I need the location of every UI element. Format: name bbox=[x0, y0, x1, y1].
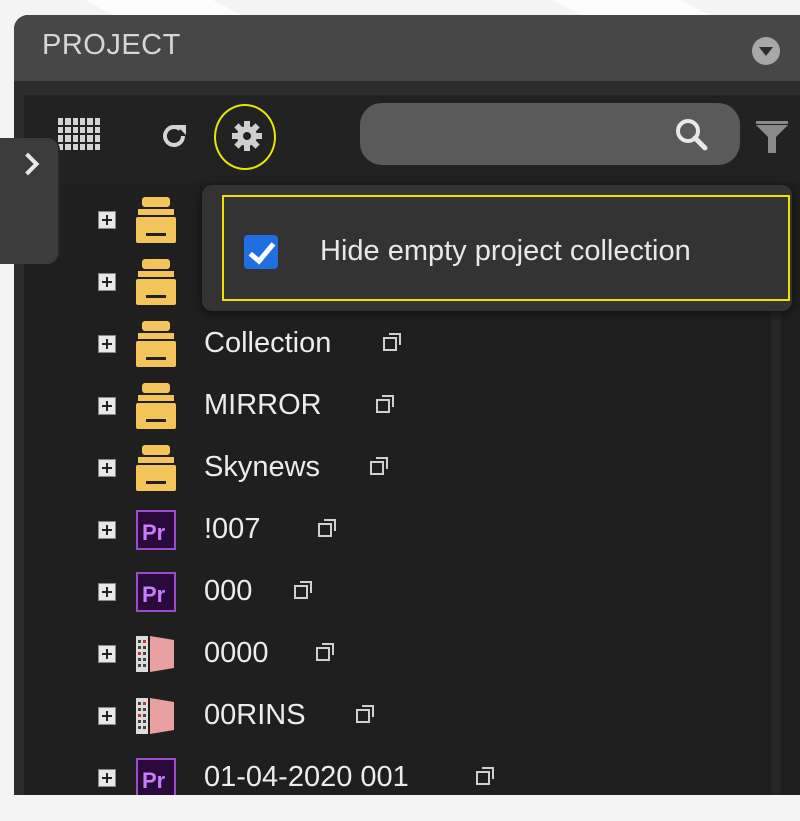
plus-square-icon[interactable] bbox=[98, 459, 116, 477]
refresh-icon[interactable] bbox=[160, 122, 188, 150]
collection-icon bbox=[136, 321, 176, 367]
tree-item-label: 000 bbox=[204, 575, 253, 607]
plus-square-icon[interactable] bbox=[98, 645, 116, 663]
project-panel: PROJECT Collection MIRROR Skynews Pr !00… bbox=[14, 15, 800, 795]
svg-text:Pr: Pr bbox=[142, 582, 166, 607]
plus-square-icon[interactable] bbox=[98, 273, 116, 291]
tree-item-label: 01-04-2020 001 bbox=[204, 761, 409, 793]
filter-icon[interactable] bbox=[754, 119, 790, 155]
hide-empty-label[interactable]: Hide empty project collection bbox=[320, 235, 691, 268]
open-window-icon[interactable] bbox=[370, 457, 388, 475]
open-window-icon[interactable] bbox=[318, 519, 336, 537]
gear-highlight-marker bbox=[214, 104, 276, 170]
toolbar bbox=[24, 95, 800, 183]
collection-icon bbox=[136, 445, 176, 491]
sequence-icon bbox=[136, 636, 174, 672]
plus-square-icon[interactable] bbox=[98, 583, 116, 601]
plus-square-icon[interactable] bbox=[98, 335, 116, 353]
tree-row[interactable]: Collection bbox=[98, 319, 748, 369]
sequence-icon bbox=[136, 698, 174, 734]
tree-item-label: 0000 bbox=[204, 637, 269, 669]
premiere-project-icon: Pr bbox=[136, 572, 176, 612]
tree-item-label: !007 bbox=[204, 513, 261, 545]
open-window-icon[interactable] bbox=[356, 705, 374, 723]
collection-icon bbox=[136, 383, 176, 429]
tree-row[interactable]: Pr 01-04-2020 001 bbox=[98, 753, 748, 795]
tree-row[interactable]: 00RINS bbox=[98, 691, 748, 741]
collection-icon bbox=[136, 197, 176, 243]
open-window-icon[interactable] bbox=[316, 643, 334, 661]
svg-text:Pr: Pr bbox=[142, 520, 166, 545]
grid-view-icon[interactable] bbox=[58, 118, 100, 150]
tree-item-label: Collection bbox=[204, 327, 332, 359]
tree-item-label: MIRROR bbox=[204, 389, 322, 421]
panel-title: PROJECT bbox=[42, 29, 181, 61]
tree-item-label: Skynews bbox=[204, 451, 321, 483]
tree-row[interactable]: Pr 000 bbox=[98, 567, 748, 617]
plus-square-icon[interactable] bbox=[98, 521, 116, 539]
svg-text:Pr: Pr bbox=[142, 768, 166, 793]
premiere-project-icon: Pr bbox=[136, 758, 176, 795]
open-window-icon[interactable] bbox=[476, 767, 494, 785]
panel-header: PROJECT bbox=[14, 15, 800, 81]
plus-square-icon[interactable] bbox=[98, 211, 116, 229]
search-icon[interactable] bbox=[674, 117, 708, 151]
tree-row[interactable]: 0000 bbox=[98, 629, 748, 679]
tree-row[interactable]: MIRROR bbox=[98, 381, 748, 431]
tree-row[interactable]: Skynews bbox=[98, 443, 748, 493]
plus-square-icon[interactable] bbox=[98, 769, 116, 787]
tree-row[interactable]: Pr !007 bbox=[98, 505, 748, 555]
panel-menu-dropdown-icon[interactable] bbox=[752, 37, 780, 65]
tree-item-label: 00RINS bbox=[204, 699, 306, 731]
plus-square-icon[interactable] bbox=[98, 707, 116, 725]
open-window-icon[interactable] bbox=[294, 581, 312, 599]
premiere-project-icon: Pr bbox=[136, 510, 176, 550]
open-window-icon[interactable] bbox=[376, 395, 394, 413]
chevron-right-icon[interactable] bbox=[0, 138, 60, 264]
plus-square-icon[interactable] bbox=[98, 397, 116, 415]
collection-icon bbox=[136, 259, 176, 305]
hide-empty-checkbox[interactable] bbox=[244, 235, 278, 269]
open-window-icon[interactable] bbox=[383, 333, 401, 351]
settings-popup: Hide empty project collection bbox=[202, 185, 792, 311]
